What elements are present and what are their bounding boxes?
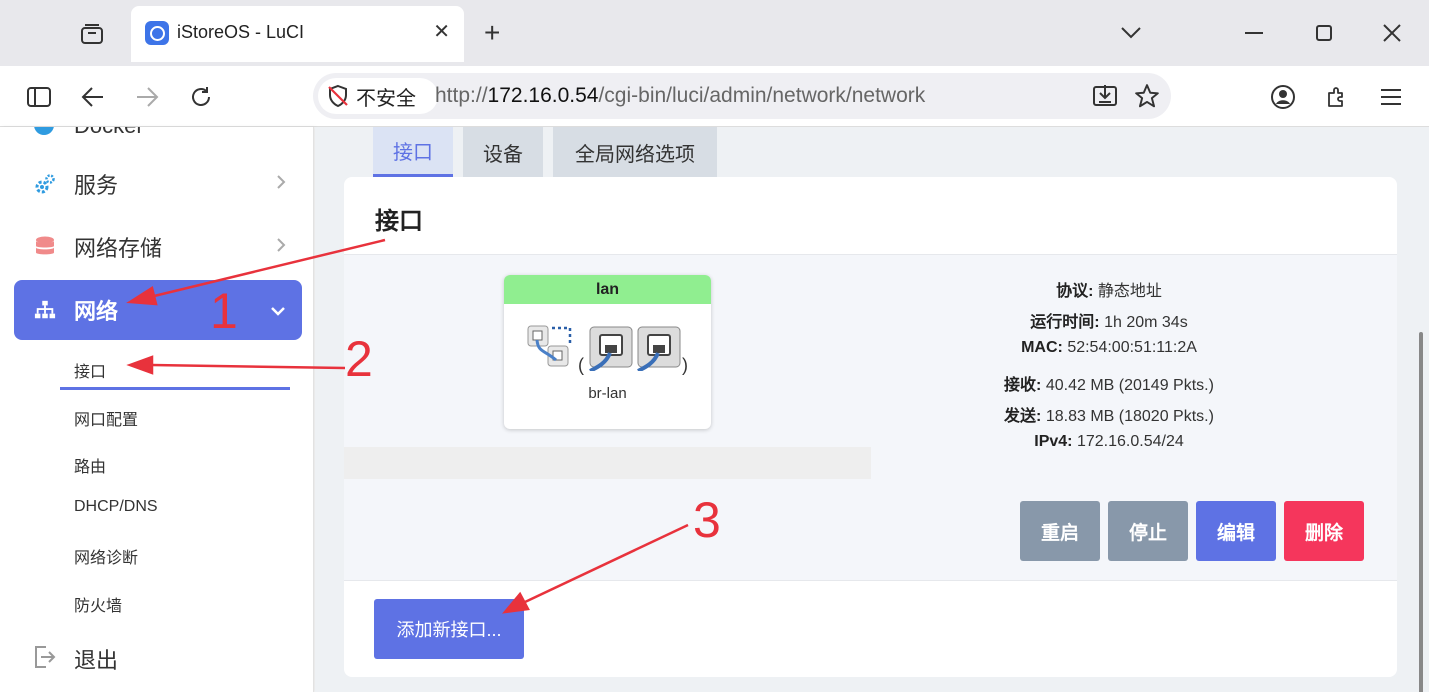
annotation-number-3: 3 bbox=[693, 492, 721, 548]
browser-tab-active[interactable]: iStoreOS - LuCI ✕ bbox=[131, 6, 464, 62]
sidebar-subitem-firewall[interactable]: 防火墙 bbox=[74, 592, 122, 616]
annotation-number-2: 2 bbox=[345, 331, 373, 387]
tab-actions-icon[interactable] bbox=[78, 20, 106, 48]
add-interface-button[interactable]: 添加新接口... bbox=[374, 599, 524, 659]
tab-global-options[interactable]: 全局网络选项 bbox=[553, 127, 717, 177]
window-close-icon[interactable] bbox=[1377, 18, 1407, 48]
database-icon bbox=[34, 236, 56, 258]
new-tab-icon[interactable]: + bbox=[484, 18, 500, 48]
site-security-indicator[interactable]: 不安全 bbox=[318, 78, 438, 114]
url-scheme: http:// bbox=[435, 84, 488, 107]
interface-badge: lan () br-lan bbox=[504, 275, 711, 429]
active-subitem-underline bbox=[60, 387, 290, 390]
page-scrollbar[interactable] bbox=[1419, 332, 1423, 692]
profile-icon[interactable] bbox=[1268, 82, 1298, 112]
value: 52:54:00:51:11:2A bbox=[1067, 339, 1197, 357]
sidebar-toggle-icon[interactable] bbox=[24, 82, 54, 112]
section-title: 接口 bbox=[375, 208, 423, 235]
sidebar-item-label: 服务 bbox=[74, 173, 119, 198]
value: 18.83 MB (18020 Pkts.) bbox=[1045, 407, 1214, 425]
sidebar-item-docker[interactable]: Docker bbox=[74, 127, 144, 139]
ethernet-port-icon bbox=[637, 326, 681, 371]
tab-search-chevron-icon[interactable] bbox=[1116, 18, 1146, 48]
tab-interfaces[interactable]: 接口 bbox=[373, 127, 453, 177]
tab-close-icon[interactable]: ✕ bbox=[433, 20, 450, 44]
value: 静态地址 bbox=[1097, 283, 1162, 300]
label: 运行时间: bbox=[1030, 314, 1100, 332]
value: 1h 20m 34s bbox=[1104, 314, 1188, 332]
sidebar-item-services[interactable]: 服务 bbox=[14, 154, 302, 214]
not-secure-shield-icon bbox=[328, 84, 348, 108]
luci-sidebar: Docker 服务 网络存储 网络 接口 网口配置 路由 DHCP/DNS 网络… bbox=[0, 127, 314, 692]
sidebar-subitem-routes[interactable]: 路由 bbox=[74, 453, 106, 477]
site-favicon-icon bbox=[145, 21, 169, 45]
sidebar-item-network[interactable]: 网络 bbox=[14, 280, 302, 340]
security-label: 不安全 bbox=[356, 87, 416, 110]
interface-device: br-lan bbox=[588, 385, 627, 402]
label: 协议: bbox=[1056, 283, 1094, 300]
status-uptime: 运行时间: 1h 20m 34s bbox=[909, 308, 1309, 339]
delete-button[interactable]: 删除 bbox=[1284, 501, 1364, 561]
chevron-down-icon bbox=[270, 300, 286, 321]
reload-icon[interactable] bbox=[186, 82, 216, 112]
interface-row-lan: lan () br-lan 协议: 静态地址 运行时间: 1h 20m 34s… bbox=[344, 254, 1397, 581]
maximize-icon[interactable] bbox=[1309, 18, 1339, 48]
sidebar-subitem-dhcp-dns[interactable]: DHCP/DNS bbox=[74, 498, 158, 516]
url-path: /cgi-bin/luci/admin/network/network bbox=[598, 84, 926, 107]
install-app-icon[interactable] bbox=[1090, 81, 1120, 111]
gears-icon bbox=[34, 173, 56, 195]
browser-tab-title: iStoreOS - LuCI bbox=[177, 22, 305, 42]
ethernet-port-icon bbox=[589, 326, 633, 371]
sidebar-item-label: 网络存储 bbox=[74, 236, 163, 261]
bookmark-star-icon[interactable] bbox=[1132, 81, 1162, 111]
status-ipv4: IPv4: 172.16.0.54/24 bbox=[909, 433, 1309, 464]
chevron-right-icon bbox=[276, 237, 286, 258]
url-text[interactable]: http://172.16.0.54/cgi-bin/luci/admin/ne… bbox=[435, 84, 925, 108]
back-icon[interactable] bbox=[78, 82, 108, 112]
stop-button[interactable]: 停止 bbox=[1108, 501, 1188, 561]
row-divider bbox=[344, 447, 871, 479]
label: IPv4: bbox=[1034, 432, 1073, 450]
interface-status: 协议: 静态地址 运行时间: 1h 20m 34s MAC: 52:54:00:… bbox=[909, 277, 1309, 464]
network-tree-icon bbox=[34, 299, 56, 321]
forward-icon[interactable] bbox=[132, 82, 162, 112]
minimize-icon[interactable] bbox=[1239, 18, 1269, 48]
sidebar-subitem-port-config[interactable]: 网口配置 bbox=[74, 406, 138, 430]
menu-icon[interactable] bbox=[1376, 82, 1406, 112]
main-content: 接口 设备 全局网络选项 接口 lan () br-lan 协议: 静态地址 … bbox=[315, 127, 1429, 692]
restart-button[interactable]: 重启 bbox=[1020, 501, 1100, 561]
sidebar-item-label: 网络 bbox=[74, 299, 119, 324]
sidebar-subitem-diagnostics[interactable]: 网络诊断 bbox=[74, 544, 138, 568]
status-protocol: 协议: 静态地址 bbox=[909, 277, 1309, 308]
tab-devices[interactable]: 设备 bbox=[463, 127, 543, 177]
url-host: 172.16.0.54 bbox=[487, 84, 599, 107]
value: 172.16.0.54/24 bbox=[1076, 432, 1184, 450]
sidebar-item-logout[interactable]: 退出 bbox=[74, 643, 118, 675]
interface-name: lan bbox=[504, 275, 711, 304]
interfaces-card: 接口 lan () br-lan 协议: 静态地址 运行时间: 1h 20m … bbox=[344, 177, 1397, 677]
status-tx: 发送: 18.83 MB (18020 Pkts.) bbox=[909, 402, 1309, 433]
sidebar-subitem-interfaces[interactable]: 接口 bbox=[74, 358, 106, 382]
docker-icon bbox=[34, 127, 54, 135]
extensions-icon[interactable] bbox=[1322, 82, 1352, 112]
browser-toolbar: 不安全 http://172.16.0.54/cgi-bin/luci/admi… bbox=[0, 66, 1429, 127]
logout-icon bbox=[34, 645, 56, 669]
annotation-number-1: 1 bbox=[210, 283, 238, 339]
address-bar[interactable]: 不安全 http://172.16.0.54/cgi-bin/luci/admi… bbox=[313, 73, 1171, 119]
status-mac: MAC: 52:54:00:51:11:2A bbox=[909, 339, 1309, 370]
browser-tab-strip: iStoreOS - LuCI ✕ + bbox=[0, 0, 1429, 66]
value: 40.42 MB (20149 Pkts.) bbox=[1045, 376, 1214, 394]
edit-button[interactable]: 编辑 bbox=[1196, 501, 1276, 561]
paren-open: ( bbox=[578, 355, 584, 375]
label: 发送: bbox=[1004, 407, 1042, 425]
sidebar-item-network-storage[interactable]: 网络存储 bbox=[14, 217, 302, 277]
status-rx: 接收: 40.42 MB (20149 Pkts.) bbox=[909, 371, 1309, 402]
label: MAC: bbox=[1021, 339, 1063, 357]
label: 接收: bbox=[1004, 376, 1042, 394]
paren-close: ) bbox=[682, 355, 688, 375]
bridge-icon bbox=[527, 325, 572, 367]
chevron-right-icon bbox=[276, 174, 286, 195]
